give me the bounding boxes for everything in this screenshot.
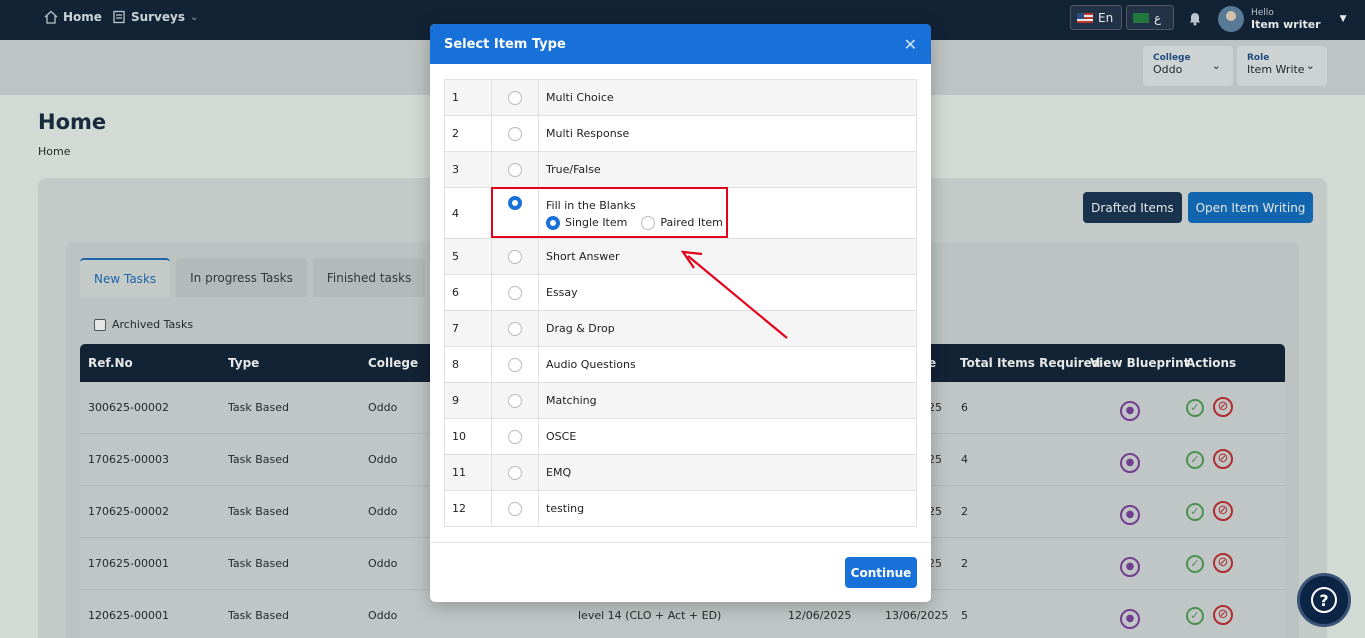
paired-item-radio[interactable] (641, 215, 656, 230)
fib-sub-options: Single Item Paired Item (546, 215, 909, 230)
item-type-radio[interactable] (508, 429, 522, 444)
item-type-label: Multi Choice (538, 79, 917, 116)
dialog-footer-divider (430, 542, 931, 543)
item-type-radio[interactable] (508, 357, 522, 372)
item-type-row-selected[interactable]: 4 Fill in the Blanks Single Item Paired … (444, 187, 917, 239)
item-number: 9 (444, 382, 492, 419)
item-type-label: True/False (538, 151, 917, 188)
help-button[interactable]: ? (1297, 573, 1351, 627)
item-type-label: Drag & Drop (538, 310, 917, 347)
item-number: 7 (444, 310, 492, 347)
item-type-row[interactable]: 1 Multi Choice (444, 79, 917, 116)
item-number: 12 (444, 490, 492, 527)
item-type-label: Audio Questions (538, 346, 917, 383)
item-type-radio[interactable] (508, 321, 522, 336)
item-type-table: 1 Multi Choice 2 Multi Response 3 True/Fals… (444, 79, 917, 527)
item-type-radio[interactable] (508, 249, 522, 264)
item-type-label: Short Answer (538, 238, 917, 275)
item-number: 6 (444, 274, 492, 311)
item-type-row[interactable]: 12 testing (444, 490, 917, 527)
item-type-radio[interactable] (508, 393, 522, 408)
item-type-label: Essay (538, 274, 917, 311)
item-type-row[interactable]: 7 Drag & Drop (444, 310, 917, 347)
single-item-radio[interactable] (546, 215, 560, 230)
item-number: 3 (444, 151, 492, 188)
item-type-label: testing (538, 490, 917, 527)
item-number: 2 (444, 115, 492, 152)
close-icon[interactable]: ✕ (904, 35, 917, 54)
dialog-header: Select Item Type ✕ (430, 24, 931, 64)
select-item-type-dialog: Select Item Type ✕ 1 Multi Choice 2 Multi … (430, 24, 931, 602)
item-type-row[interactable]: 11 EMQ (444, 454, 917, 491)
item-type-row[interactable]: 2 Multi Response (444, 115, 917, 152)
item-type-radio[interactable] (508, 465, 522, 480)
item-type-row[interactable]: 9 Matching (444, 382, 917, 419)
item-type-row[interactable]: 6 Essay (444, 274, 917, 311)
item-number: 11 (444, 454, 492, 491)
item-type-row[interactable]: 3 True/False (444, 151, 917, 188)
item-type-radio[interactable] (508, 90, 522, 105)
paired-item-label: Paired Item (660, 216, 723, 229)
item-type-label: Multi Response (538, 115, 917, 152)
item-number: 4 (444, 187, 492, 239)
item-type-row[interactable]: 8 Audio Questions (444, 346, 917, 383)
help-icon: ? (1311, 587, 1337, 613)
continue-button[interactable]: Continue (845, 557, 917, 588)
item-type-radio[interactable] (508, 126, 522, 141)
item-number: 5 (444, 238, 492, 275)
item-type-label: EMQ (538, 454, 917, 491)
item-type-radio[interactable] (508, 285, 522, 300)
item-type-label: OSCE (538, 418, 917, 455)
single-item-label: Single Item (565, 216, 628, 229)
paired-item-option[interactable]: Paired Item (641, 215, 723, 230)
item-number: 10 (444, 418, 492, 455)
item-number: 8 (444, 346, 492, 383)
dialog-title: Select Item Type (444, 36, 566, 52)
item-type-row[interactable]: 10 OSCE (444, 418, 917, 455)
item-type-row[interactable]: 5 Short Answer (444, 238, 917, 275)
item-type-label: Fill in the Blanks (546, 198, 636, 212)
item-number: 1 (444, 79, 492, 116)
item-type-radio-selected[interactable] (508, 196, 522, 210)
item-type-radio[interactable] (508, 162, 522, 177)
item-type-label: Matching (538, 382, 917, 419)
item-type-radio[interactable] (508, 501, 522, 516)
single-item-option[interactable]: Single Item (546, 215, 628, 230)
